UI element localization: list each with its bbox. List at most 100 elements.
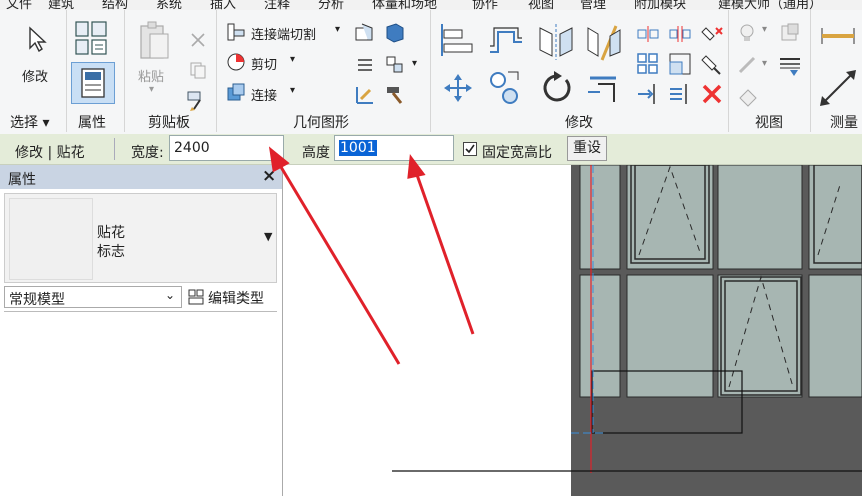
- width-label: 宽度:: [131, 145, 164, 161]
- menu-collaborate[interactable]: 协作: [472, 0, 498, 10]
- height-input-selected-text: 1001: [339, 140, 377, 156]
- height-input[interactable]: 1001: [334, 135, 454, 161]
- menu-architecture[interactable]: 建筑: [48, 0, 74, 10]
- menu-structure[interactable]: 结构: [102, 0, 128, 10]
- scale-icon[interactable]: [668, 52, 692, 76]
- type-preview-image: [9, 198, 93, 280]
- select-panel-label[interactable]: 选择 ▾: [10, 112, 49, 132]
- measure-panel-label: 测量: [830, 115, 858, 131]
- paste-button[interactable]: 粘贴: [138, 66, 164, 85]
- menu-insert[interactable]: 插入: [210, 0, 236, 10]
- offset-icon[interactable]: [486, 22, 526, 58]
- menu-analyze[interactable]: 分析: [318, 0, 344, 10]
- type-family-name: 贴花: [97, 225, 125, 241]
- menu-massing-site[interactable]: 体量和场地: [372, 0, 437, 10]
- menu-file[interactable]: 文件: [6, 0, 32, 10]
- properties-toggle-button[interactable]: [71, 62, 115, 104]
- trim-extend-multiple-icon[interactable]: [668, 82, 692, 106]
- close-icon[interactable]: ×: [262, 166, 276, 186]
- cut-join-dropdown-icon[interactable]: ▾: [335, 24, 340, 35]
- override-dropdown-icon[interactable]: ▾: [762, 58, 767, 69]
- chevron-down-icon: ⌄: [165, 288, 176, 302]
- options-bar: 修改 | 贴花 宽度: 2400 高度 1001 固定宽高比 重设: [0, 134, 862, 165]
- join-dropdown-icon[interactable]: ▾: [290, 85, 295, 96]
- properties-panel-label: 属性: [78, 115, 106, 131]
- menu-manage[interactable]: 管理: [580, 0, 606, 10]
- delete-icon[interactable]: [700, 82, 724, 106]
- rotate-icon[interactable]: [538, 70, 574, 106]
- ribbon: 修改 选择 ▾ 属性 粘贴 ▾ 剪贴板 连接端切割 ▾ 剪切 ▾ 连接 ▾ ▾ …: [0, 10, 862, 135]
- cut-geometry-button[interactable]: 剪切: [251, 54, 277, 73]
- menu-modeling-master[interactable]: 建模大师（通用）: [718, 0, 822, 10]
- modify-button[interactable]: 修改: [22, 66, 48, 85]
- join-tools-dropdown-icon[interactable]: ▾: [412, 58, 417, 69]
- move-icon[interactable]: [442, 72, 474, 104]
- copy-element-icon[interactable]: [488, 66, 524, 106]
- measure-between-references-icon[interactable]: [818, 24, 858, 48]
- linework-icon[interactable]: [354, 84, 376, 106]
- geometry-panel-label: 几何图形: [293, 115, 349, 131]
- panel-divider: [728, 10, 729, 132]
- type-selector-dropdown-icon[interactable]: ▼: [264, 230, 272, 243]
- type-properties-icon[interactable]: [72, 20, 112, 56]
- cut-scissors-icon[interactable]: [188, 30, 208, 50]
- paste-dropdown-icon[interactable]: ▾: [149, 84, 154, 95]
- hammer-icon[interactable]: [384, 84, 406, 106]
- properties-title: 属性: [8, 172, 36, 188]
- paste-icon[interactable]: [138, 20, 172, 66]
- paint-icon[interactable]: [384, 22, 406, 44]
- menu-systems[interactable]: 系统: [156, 0, 182, 10]
- drawing-canvas[interactable]: [284, 165, 862, 496]
- cut-join-icon[interactable]: [226, 22, 246, 42]
- properties-title-bar: 属性 ×: [0, 165, 282, 189]
- mirror-draw-axis-icon[interactable]: [584, 22, 624, 62]
- hide-dropdown-icon[interactable]: ▾: [762, 24, 767, 35]
- cut-join-button[interactable]: 连接端切割: [251, 24, 316, 43]
- lightbulb-icon[interactable]: [736, 22, 758, 44]
- trim-extend-single-icon[interactable]: [636, 82, 660, 106]
- menu-addins[interactable]: 附加模块: [634, 0, 686, 10]
- cut-geometry-icon[interactable]: [226, 52, 246, 72]
- match-properties-brush-icon[interactable]: [186, 90, 210, 112]
- edit-type-label: 编辑类型: [208, 291, 264, 307]
- split-with-gap-icon[interactable]: [668, 24, 692, 44]
- split-face-icon[interactable]: [354, 22, 376, 44]
- linework-view-icon[interactable]: [778, 54, 804, 78]
- clipboard-panel-label: 剪贴板: [148, 115, 190, 131]
- eraser-icon[interactable]: [736, 84, 760, 108]
- trim-extend-corner-icon[interactable]: [586, 70, 622, 106]
- properties-divider: [4, 311, 277, 312]
- menu-view[interactable]: 视图: [528, 0, 554, 10]
- panel-divider: [66, 10, 67, 132]
- type-name: 标志: [97, 244, 125, 260]
- join-geometry-icon[interactable]: [226, 82, 246, 102]
- type-selector[interactable]: 贴花 标志 ▼: [4, 193, 277, 283]
- unpin-icon[interactable]: [700, 24, 724, 44]
- copy-icon[interactable]: [188, 60, 208, 80]
- override-brush-icon[interactable]: [736, 54, 758, 76]
- demolish-icon[interactable]: [384, 54, 406, 76]
- edit-type-button[interactable]: 编辑类型: [186, 286, 278, 308]
- cursor-arrow-icon[interactable]: [26, 26, 48, 52]
- context-tab-label: 修改 | 贴花: [15, 145, 85, 161]
- array-icon[interactable]: [636, 52, 660, 76]
- lock-ratio-label[interactable]: 固定宽高比: [482, 142, 552, 162]
- pin-icon[interactable]: [700, 52, 724, 76]
- override-graphics-icon[interactable]: [778, 22, 802, 44]
- reset-button[interactable]: 重设: [567, 136, 607, 161]
- wall-joins-icon[interactable]: [354, 54, 376, 76]
- cut-dropdown-icon[interactable]: ▾: [290, 54, 295, 65]
- view-panel-label: 视图: [755, 115, 783, 131]
- mirror-pick-axis-icon[interactable]: [536, 22, 576, 62]
- split-element-icon[interactable]: [636, 24, 660, 44]
- join-geometry-button[interactable]: 连接: [251, 85, 277, 104]
- align-icon[interactable]: [438, 22, 476, 58]
- width-input[interactable]: 2400: [169, 135, 284, 161]
- category-filter-select[interactable]: 常规模型 ⌄: [4, 286, 182, 308]
- menu-annotate[interactable]: 注释: [264, 0, 290, 10]
- elevation-view[interactable]: [284, 165, 862, 496]
- options-divider: [114, 138, 115, 160]
- lock-ratio-checkbox[interactable]: [463, 142, 477, 156]
- panel-divider: [810, 10, 811, 132]
- measure-along-element-icon[interactable]: [816, 66, 860, 110]
